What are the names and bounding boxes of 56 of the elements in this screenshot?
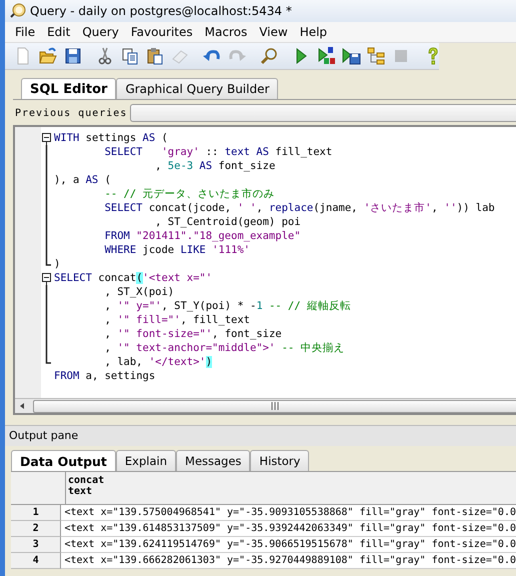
output-tab[interactable]: Messages (176, 450, 250, 471)
menu-item[interactable]: Favourites (124, 25, 199, 39)
code-line: SELECT 'gray' :: text AS fill_text (104, 145, 332, 159)
tree-diagram-icon[interactable] (366, 46, 386, 66)
play-letters-icon[interactable] (316, 46, 336, 66)
code-line: , ST_Centroid(geom) poi (154, 215, 301, 229)
search-icon[interactable] (259, 46, 279, 66)
code-editor[interactable] (13, 125, 516, 415)
editor-tab[interactable]: SQL Editor (21, 78, 116, 99)
output-tab[interactable]: Data Output (11, 450, 116, 471)
menu-item[interactable]: Query (76, 25, 125, 39)
row-number[interactable]: 3 (11, 537, 62, 553)
field-label: Previous queries (15, 108, 128, 118)
code-line: , ST_X(poi) (104, 285, 174, 299)
code-line: , '" text-anchor="middle">' -- 中央揃え (104, 341, 345, 355)
code-line: , '" y="', ST_Y(poi) * -1 -- // 縦軸反転 (104, 299, 351, 313)
row-number[interactable]: 4 (11, 553, 62, 569)
code-line: , lab, '</text>') (104, 355, 212, 369)
grip-icon (270, 402, 280, 410)
menu-item[interactable]: Macros (198, 25, 254, 39)
code-line: WITH settings AS ( (54, 131, 168, 145)
row-number[interactable]: 1 (11, 505, 62, 521)
code-line: SELECT concat('<text x="' (54, 271, 212, 285)
output-pane-header: Output pane (5, 426, 516, 446)
open-folder-icon[interactable] (38, 46, 58, 66)
code-line: WHERE jcode LIKE '111%' (104, 243, 250, 257)
table-cell: <text x="139.666282061303" y="-35.9270449889108" fill="gray" font-size="0.0 (61, 553, 516, 569)
code-line: ), a AS ( (54, 173, 111, 187)
code-line: FROM "201411"."18_geom_example" (104, 229, 301, 243)
output-tab[interactable]: Explain (116, 450, 176, 471)
editor-tab[interactable]: Graphical Query Builder (116, 78, 278, 99)
menu-item[interactable]: Edit (41, 25, 76, 39)
code-line: , '" font-size="', font_size (104, 327, 282, 341)
paste-icon[interactable] (145, 46, 165, 66)
table-cell: <text x="139.624119514769" y="-35.9066519515678" fill="gray" font-size="0.0 (61, 537, 516, 553)
row-number[interactable]: 2 (11, 521, 62, 537)
code-line: ) (54, 257, 60, 271)
copy-icon[interactable] (120, 46, 140, 66)
table-cell: <text x="139.575004968541" y="-35.9093105538868" fill="gray" font-size="0.0 (61, 505, 516, 521)
menu-item[interactable]: File (9, 25, 42, 39)
code-line: SELECT concat(jcode, ' ', replace(jname, 'さいたま市', '')) lab (104, 201, 495, 215)
code-line: , 5e-3 AS font_size (154, 159, 276, 173)
collapse-icon[interactable] (41, 131, 52, 145)
code-line: , '" fill="', fill_text (104, 313, 250, 327)
output-tab[interactable]: History (250, 450, 310, 471)
column-header[interactable]: concat text (66, 472, 516, 505)
horizontal-scrollbar[interactable] (15, 398, 516, 413)
collapse-icon[interactable] (41, 271, 52, 285)
play-disk-icon[interactable] (341, 46, 361, 66)
table-cell: <text x="139.614853137509" y="-35.9392442063349" fill="gray" font-size="0.0 (61, 521, 516, 537)
magnifier-app-icon (10, 3, 26, 19)
code-line: -- // 元データ、さいたま市のみ (104, 187, 275, 201)
menu-item[interactable]: Help (294, 25, 334, 39)
menu-item[interactable]: View (253, 25, 294, 39)
code-line: FROM a, settings (54, 369, 156, 383)
window-title: Query - daily on postgres@localhost:5434 * (30, 4, 292, 18)
